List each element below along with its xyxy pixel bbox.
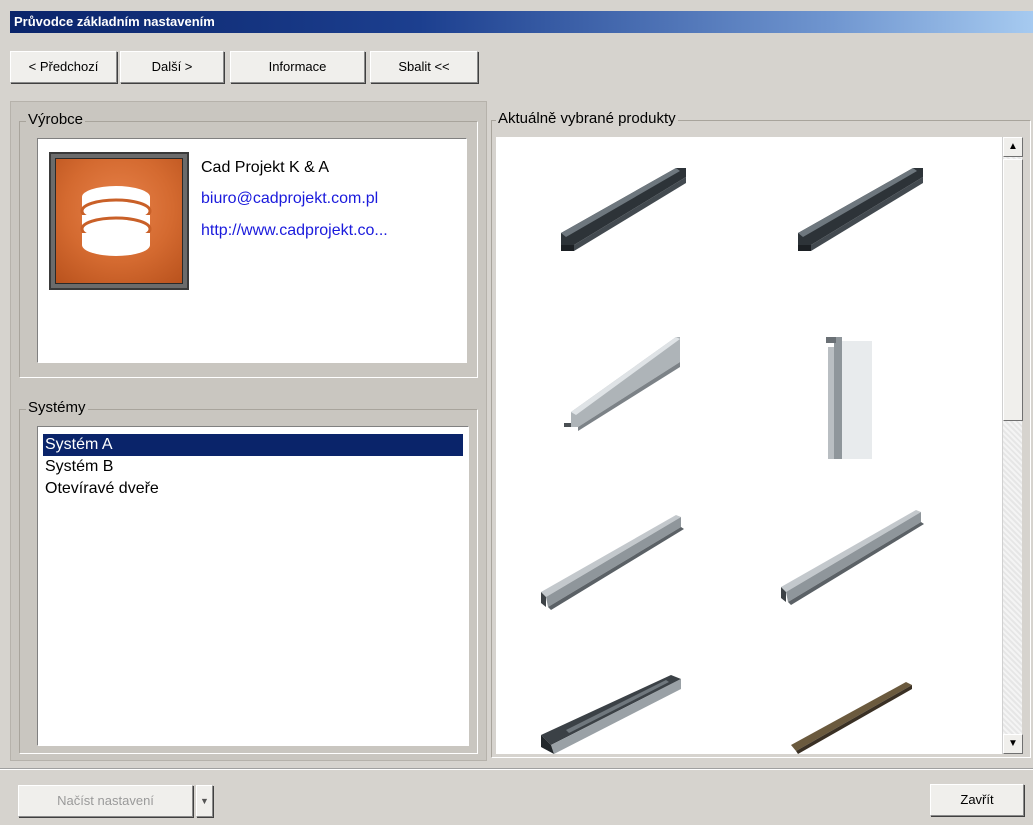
database-icon bbox=[55, 158, 183, 284]
manufacturer-panel: Cad Projekt K & A biuro@cadprojekt.com.p… bbox=[37, 138, 467, 363]
next-button[interactable]: Další > bbox=[120, 51, 224, 83]
chevron-down-icon[interactable]: ▼ bbox=[196, 785, 213, 817]
close-button[interactable]: Zavřít bbox=[930, 784, 1024, 816]
product-thumbnail-4[interactable] bbox=[816, 327, 886, 467]
product-thumbnail-6[interactable] bbox=[776, 502, 936, 612]
scroll-up-icon[interactable]: ▲ bbox=[1003, 137, 1023, 157]
product-thumbnail-7[interactable] bbox=[536, 675, 696, 754]
products-scrollbar[interactable]: ▲ ▼ bbox=[1002, 137, 1023, 754]
manufacturer-legend: Výrobce bbox=[26, 111, 86, 129]
manufacturer-logo bbox=[49, 152, 189, 290]
scroll-thumb[interactable] bbox=[1003, 159, 1023, 421]
product-thumbnail-2[interactable] bbox=[793, 163, 933, 263]
list-item-opening-doors[interactable]: Otevíravé dveře bbox=[43, 478, 463, 500]
previous-button[interactable]: < Předchozí bbox=[10, 51, 117, 83]
systems-list[interactable]: Systém A Systém B Otevíravé dveře bbox=[37, 426, 469, 746]
right-pane: Aktuálně vybrané produkty ▲ ▼ bbox=[489, 101, 1033, 761]
manufacturer-email-link[interactable]: biuro@cadprojekt.com.pl bbox=[201, 190, 378, 208]
product-thumbnail-3[interactable] bbox=[556, 327, 696, 437]
footer-divider bbox=[0, 768, 1033, 770]
manufacturer-name: Cad Projekt K & A bbox=[201, 159, 330, 176]
products-group: Aktuálně vybrané produkty ▲ ▼ bbox=[491, 110, 1031, 758]
manufacturer-group: Výrobce Cad Projekt K & A biuro@cadproje… bbox=[19, 111, 478, 378]
products-grid[interactable] bbox=[496, 137, 1002, 754]
scroll-down-icon[interactable]: ▼ bbox=[1003, 734, 1023, 754]
product-thumbnail-8[interactable] bbox=[786, 677, 936, 754]
product-thumbnail-1[interactable] bbox=[556, 163, 696, 263]
information-button[interactable]: Informace bbox=[230, 51, 365, 83]
list-item-system-b[interactable]: Systém B bbox=[43, 456, 463, 478]
collapse-button[interactable]: Sbalit << bbox=[370, 51, 478, 83]
manufacturer-website-link[interactable]: http://www.cadprojekt.co... bbox=[201, 222, 388, 240]
systems-legend: Systémy bbox=[26, 399, 88, 417]
list-item-system-a[interactable]: Systém A bbox=[43, 434, 463, 456]
window-title: Průvodce základním nastavením bbox=[10, 11, 1033, 33]
load-settings-button[interactable]: Načíst nastavení bbox=[18, 785, 193, 817]
systems-group: Systémy Systém A Systém B Otevíravé dveř… bbox=[19, 399, 478, 754]
product-thumbnail-5[interactable] bbox=[536, 507, 696, 617]
products-legend: Aktuálně vybrané produkty bbox=[496, 110, 678, 128]
left-pane: Výrobce Cad Projekt K & A biuro@cadproje… bbox=[10, 101, 487, 761]
